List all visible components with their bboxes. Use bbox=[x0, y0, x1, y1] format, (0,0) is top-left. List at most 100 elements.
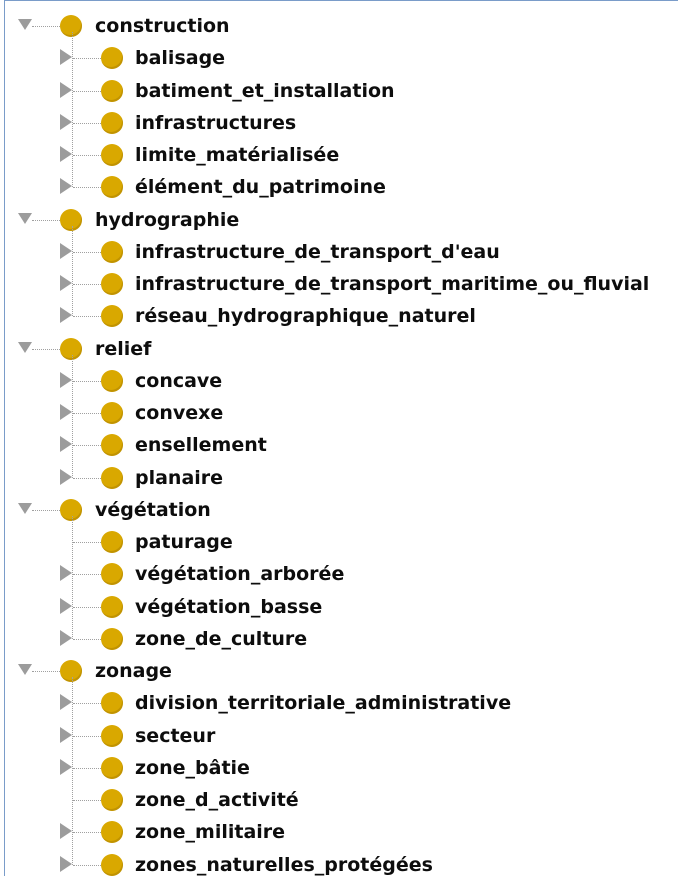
class-node-icon bbox=[101, 47, 123, 70]
expand-down-icon[interactable] bbox=[18, 341, 32, 353]
class-node-icon bbox=[101, 756, 123, 779]
tree-node-label: zone_d_activité bbox=[135, 789, 299, 811]
collapsed-arrow-icon[interactable] bbox=[60, 436, 72, 453]
tree-child-3-2[interactable]: végétation_basse bbox=[5, 591, 678, 623]
tree-child-0-2[interactable]: infrastructures bbox=[5, 107, 678, 139]
tree-child-2-0[interactable]: concave bbox=[5, 365, 678, 397]
tree-node-label: division_territoriale_administrative bbox=[135, 692, 512, 715]
tree-node-label: réseau_hydrographique_naturel bbox=[135, 305, 476, 328]
class-hierarchy-tree: construction balisage batiment_et_installa… bbox=[5, 1, 678, 877]
collapsed-arrow-icon[interactable] bbox=[60, 113, 72, 130]
tree-child-1-1[interactable]: infrastructure_de_transport_maritime_ou_… bbox=[5, 268, 678, 300]
class-node-icon bbox=[101, 240, 123, 263]
tree-node-3[interactable]: végétation bbox=[5, 494, 678, 526]
class-node-icon bbox=[101, 821, 123, 844]
tree-child-0-3[interactable]: limite_matérialisée bbox=[5, 139, 678, 171]
collapsed-arrow-icon[interactable] bbox=[60, 565, 72, 582]
tree-child-0-0[interactable]: balisage bbox=[5, 42, 678, 74]
tree-child-4-2[interactable]: zone_bâtie bbox=[5, 752, 678, 784]
collapsed-arrow-icon[interactable] bbox=[60, 178, 72, 195]
collapsed-arrow-icon[interactable] bbox=[60, 404, 72, 420]
tree-node-label: zone_de_culture bbox=[135, 627, 308, 650]
tree-child-1-2[interactable]: réseau_hydrographique_naturel bbox=[5, 300, 678, 332]
collapsed-arrow-icon[interactable] bbox=[60, 468, 72, 485]
class-node-icon bbox=[101, 789, 123, 811]
connector-line bbox=[73, 380, 101, 382]
tree-node-label: zone_bâtie bbox=[135, 756, 250, 779]
connector-line bbox=[73, 767, 101, 769]
tree-node-2[interactable]: relief bbox=[5, 333, 678, 365]
tree-child-4-1[interactable]: secteur bbox=[5, 720, 678, 752]
connector-line bbox=[73, 606, 101, 608]
expand-down-icon[interactable] bbox=[18, 19, 32, 30]
class-node-icon bbox=[101, 531, 123, 553]
expand-down-icon[interactable] bbox=[18, 664, 32, 675]
connector-line bbox=[73, 413, 101, 414]
tree-node-label: relief bbox=[95, 337, 152, 360]
connector-line bbox=[73, 316, 101, 318]
tree-node-label: infrastructure_de_transport_maritime_ou_… bbox=[135, 273, 650, 295]
tree-node-label: infrastructure_de_transport_d'eau bbox=[135, 240, 500, 263]
collapsed-arrow-icon[interactable] bbox=[60, 49, 72, 66]
tree-node-label: infrastructures bbox=[135, 111, 297, 134]
connector-line bbox=[73, 155, 101, 156]
tree-node-label: secteur bbox=[135, 724, 216, 747]
tree-child-3-0[interactable]: paturage bbox=[5, 526, 678, 558]
class-node-icon bbox=[60, 337, 82, 360]
tree-child-0-1[interactable]: batiment_et_installation bbox=[5, 75, 678, 107]
tree-node-label: élément_du_patrimoine bbox=[135, 176, 386, 199]
collapsed-arrow-icon[interactable] bbox=[60, 275, 72, 291]
class-node-icon bbox=[101, 111, 123, 134]
class-node-icon bbox=[101, 79, 123, 102]
connector-line bbox=[32, 26, 60, 27]
tree-child-3-3[interactable]: zone_de_culture bbox=[5, 623, 678, 655]
class-node-icon bbox=[101, 144, 123, 166]
tree-child-2-2[interactable]: ensellement bbox=[5, 429, 678, 461]
connector-line bbox=[32, 219, 60, 221]
tree-child-4-0[interactable]: division_territoriale_administrative bbox=[5, 687, 678, 719]
tree-node-label: batiment_et_installation bbox=[135, 79, 395, 102]
connector-line bbox=[73, 477, 101, 479]
connector-line bbox=[73, 284, 101, 285]
connector-line bbox=[73, 122, 101, 124]
tree-child-3-1[interactable]: végétation_arborée bbox=[5, 558, 678, 590]
collapsed-arrow-icon[interactable] bbox=[60, 855, 72, 872]
tree-node-4[interactable]: zonage bbox=[5, 655, 678, 687]
collapsed-arrow-icon[interactable] bbox=[60, 758, 72, 775]
connector-line bbox=[73, 735, 101, 737]
connector-line bbox=[72, 225, 73, 317]
class-node-icon bbox=[101, 692, 123, 715]
collapsed-arrow-icon[interactable] bbox=[60, 146, 72, 162]
connector-line bbox=[73, 800, 101, 801]
tree-child-2-3[interactable]: planaire bbox=[5, 462, 678, 494]
class-node-icon bbox=[101, 724, 123, 747]
class-node-icon bbox=[101, 434, 123, 457]
tree-node-0[interactable]: construction bbox=[5, 10, 678, 42]
tree-child-0-4[interactable]: élément_du_patrimoine bbox=[5, 171, 678, 203]
tree-node-label: ensellement bbox=[135, 434, 267, 457]
tree-node-label: hydrographie bbox=[95, 208, 240, 231]
tree-child-4-4[interactable]: zone_militaire bbox=[5, 816, 678, 848]
collapsed-arrow-icon[interactable] bbox=[60, 726, 72, 743]
expand-down-icon[interactable] bbox=[18, 502, 32, 514]
tree-node-1[interactable]: hydrographie bbox=[5, 204, 678, 236]
tree-child-4-3[interactable]: zone_d_activité bbox=[5, 784, 678, 816]
connector-line bbox=[72, 354, 73, 478]
tree-node-label: limite_matérialisée bbox=[135, 144, 340, 166]
collapsed-arrow-icon[interactable] bbox=[60, 242, 72, 259]
tree-child-2-1[interactable]: convexe bbox=[5, 397, 678, 429]
class-node-icon bbox=[101, 466, 123, 489]
connector-line bbox=[73, 832, 101, 834]
collapsed-arrow-icon[interactable] bbox=[60, 81, 72, 98]
expand-down-icon[interactable] bbox=[18, 212, 32, 224]
collapsed-arrow-icon[interactable] bbox=[60, 371, 72, 388]
collapsed-arrow-icon[interactable] bbox=[60, 629, 72, 646]
class-node-icon bbox=[101, 627, 123, 650]
collapsed-arrow-icon[interactable] bbox=[60, 823, 72, 840]
tree-child-1-0[interactable]: infrastructure_de_transport_d'eau bbox=[5, 236, 678, 268]
tree-node-label: paturage bbox=[135, 531, 233, 553]
collapsed-arrow-icon[interactable] bbox=[60, 694, 72, 711]
class-node-icon bbox=[101, 176, 123, 199]
collapsed-arrow-icon[interactable] bbox=[60, 307, 72, 324]
collapsed-arrow-icon[interactable] bbox=[60, 597, 72, 614]
